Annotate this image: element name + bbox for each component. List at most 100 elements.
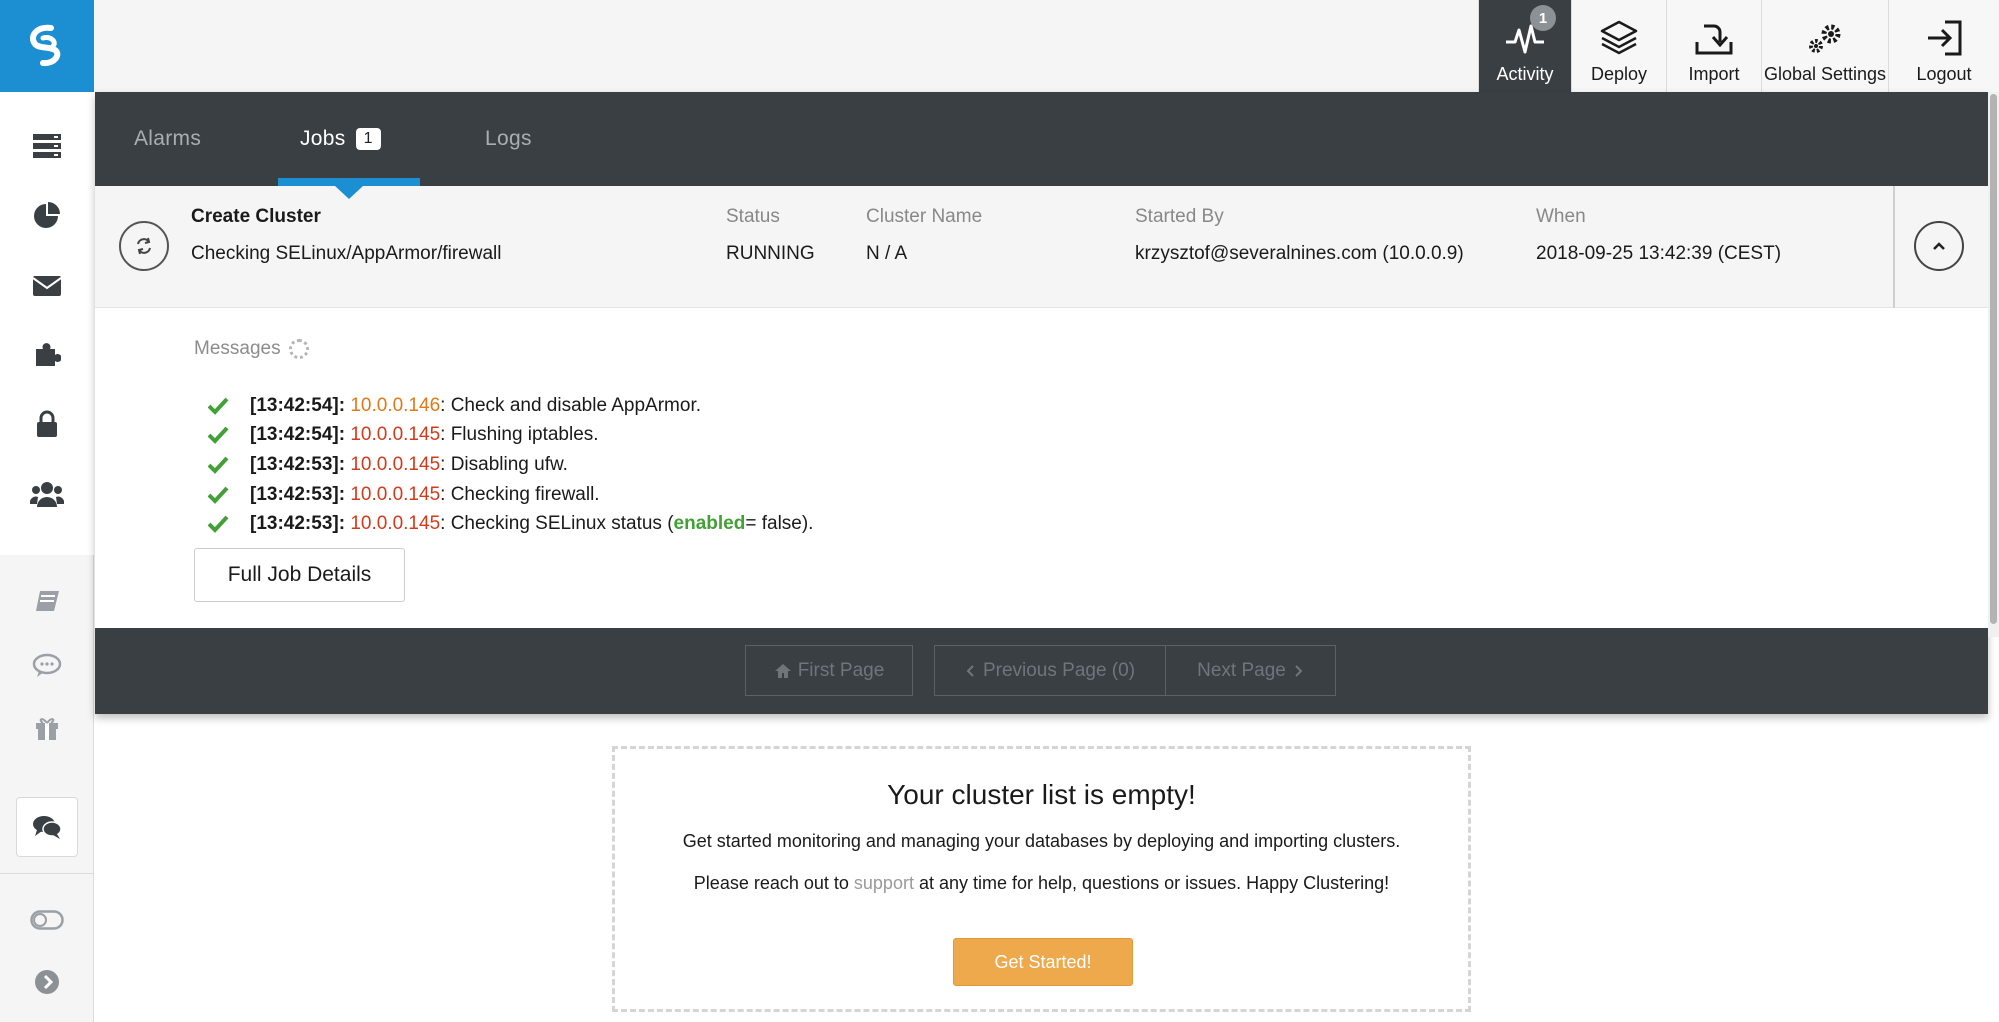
empty-support-line: Please reach out to support at any time … (615, 873, 1468, 894)
activity-label: Activity (1496, 64, 1554, 84)
deploy-button[interactable]: Deploy (1571, 0, 1666, 92)
severalnines-logo-icon (30, 24, 61, 67)
job-status: RUNNING (726, 243, 815, 264)
empty-cluster-list: Your cluster list is empty! Get started … (612, 746, 1471, 1012)
sidebar-item-whats-new[interactable] (0, 700, 94, 756)
pagination: First Page Previous Page (0) Next Page (95, 628, 1988, 714)
global-settings-button[interactable]: Global Settings (1761, 0, 1888, 92)
message-text-end: = false). (745, 513, 814, 535)
job-status-label: Status (726, 206, 780, 227)
sidebar-item-feedback[interactable] (0, 638, 94, 694)
sidebar-item-clusters[interactable] (0, 118, 94, 174)
scrollbar-thumb[interactable] (1990, 94, 1997, 624)
tab-logs-label: Logs (485, 127, 532, 150)
next-page-label: Next Page (1197, 659, 1286, 681)
message-text: : Disabling ufw. (440, 453, 568, 475)
message-text: : Check and disable AppArmor. (440, 394, 702, 416)
collapse-job-button[interactable] (1914, 221, 1964, 271)
tab-jobs-label: Jobs (300, 127, 346, 150)
gift-icon (36, 718, 58, 740)
message-host: 10.0.0.145 (350, 424, 441, 446)
sidebar (0, 0, 94, 1022)
message-host: 10.0.0.145 (350, 483, 441, 505)
deploy-label: Deploy (1590, 64, 1648, 84)
top-bar: 1 Activity Deploy Import Global Settings… (94, 0, 1999, 92)
theme-toggle[interactable] (0, 892, 94, 948)
tab-alarms[interactable]: Alarms (134, 92, 201, 186)
logout-icon (1928, 20, 1962, 56)
activity-button[interactable]: 1 Activity (1478, 0, 1571, 92)
previous-page-button[interactable]: Previous Page (0) (934, 645, 1166, 696)
refresh-icon (137, 237, 151, 255)
chat-bubbles-icon (33, 816, 62, 839)
message-timestamp: [13:42:54]: (250, 394, 346, 416)
check-icon (208, 515, 229, 534)
support-link[interactable]: support (854, 873, 914, 893)
chevron-up-icon (1933, 242, 1945, 250)
lock-icon (37, 410, 57, 437)
gears-icon (1809, 24, 1841, 53)
panel-scrollbar[interactable] (1988, 92, 1999, 637)
job-started-by-label: Started By (1135, 206, 1224, 227)
message-item: [13:42:54]: 10.0.0.145: Flushing iptable… (208, 421, 813, 451)
messages-header: Messages (194, 338, 309, 360)
deploy-layers-icon (1600, 20, 1638, 55)
chevron-left-icon (966, 664, 974, 677)
job-refresh-button[interactable] (119, 221, 169, 271)
message-item: [13:42:53]: 10.0.0.145: Disabling ufw. (208, 450, 813, 480)
job-when-label: When (1536, 206, 1586, 227)
import-label: Import (1688, 64, 1740, 84)
message-item: [13:42:53]: 10.0.0.145: Checking firewal… (208, 480, 813, 510)
activity-badge: 1 (1530, 5, 1556, 31)
sidebar-item-addons[interactable] (0, 326, 94, 382)
empty-support-text-end: at any time for help, questions or issue… (913, 873, 1390, 893)
next-page-button[interactable]: Next Page (1165, 645, 1336, 696)
tab-logs[interactable]: Logs (485, 92, 532, 186)
mail-icon (32, 276, 62, 296)
activity-panel: Alarms Jobs 1 Logs Create Cluster Checki… (95, 92, 1988, 714)
empty-title: Your cluster list is empty! (887, 779, 1196, 810)
sidebar-main (0, 92, 94, 555)
message-host: 10.0.0.146 (350, 394, 441, 416)
global-settings-label: Global Settings (1763, 64, 1887, 84)
import-icon (1695, 24, 1733, 55)
check-icon (208, 397, 229, 415)
chat-button[interactable] (16, 797, 78, 857)
first-page-label: First Page (797, 659, 885, 681)
sidebar-item-users[interactable] (0, 466, 94, 522)
full-job-details-button[interactable]: Full Job Details (194, 548, 405, 602)
check-icon (208, 427, 229, 445)
import-button[interactable]: Import (1666, 0, 1761, 92)
activity-tabs: Alarms Jobs 1 Logs (95, 92, 1988, 186)
job-description: Checking SELinux/AppArmor/firewall (191, 243, 502, 264)
job-when: 2018-09-25 13:42:39 (CEST) (1536, 243, 1782, 264)
logout-button[interactable]: Logout (1888, 0, 1999, 92)
sidebar-expand-button[interactable] (0, 954, 94, 1010)
toggle-icon (30, 910, 64, 930)
sidebar-item-dashboard[interactable] (0, 188, 94, 244)
message-list: [13:42:54]: 10.0.0.146: Check and disabl… (208, 391, 813, 539)
home-icon (774, 663, 791, 678)
message-host: 10.0.0.145 (350, 513, 441, 535)
active-tab-indicator (278, 178, 420, 186)
message-timestamp: [13:42:54]: (250, 424, 346, 446)
sidebar-item-mail[interactable] (0, 258, 94, 314)
check-icon (208, 486, 229, 504)
users-icon (30, 482, 64, 507)
book-icon (36, 591, 59, 611)
check-icon (208, 456, 229, 474)
job-summary: Create Cluster Checking SELinux/AppArmor… (95, 186, 1988, 308)
get-started-button[interactable]: Get Started! (953, 938, 1133, 986)
logo[interactable] (0, 0, 94, 92)
tab-jobs[interactable]: Jobs 1 (300, 92, 381, 186)
message-keyword: enabled (673, 513, 746, 535)
messages-title: Messages (194, 338, 281, 359)
first-page-button[interactable]: First Page (745, 645, 913, 696)
message-timestamp: [13:42:53]: (250, 513, 346, 535)
previous-page-label: Previous Page (0) (982, 659, 1136, 681)
message-timestamp: [13:42:53]: (250, 483, 346, 505)
chevron-right-icon (1295, 664, 1303, 677)
sidebar-item-security[interactable] (0, 396, 94, 452)
clusters-icon (33, 134, 61, 158)
sidebar-item-docs[interactable] (0, 574, 94, 630)
